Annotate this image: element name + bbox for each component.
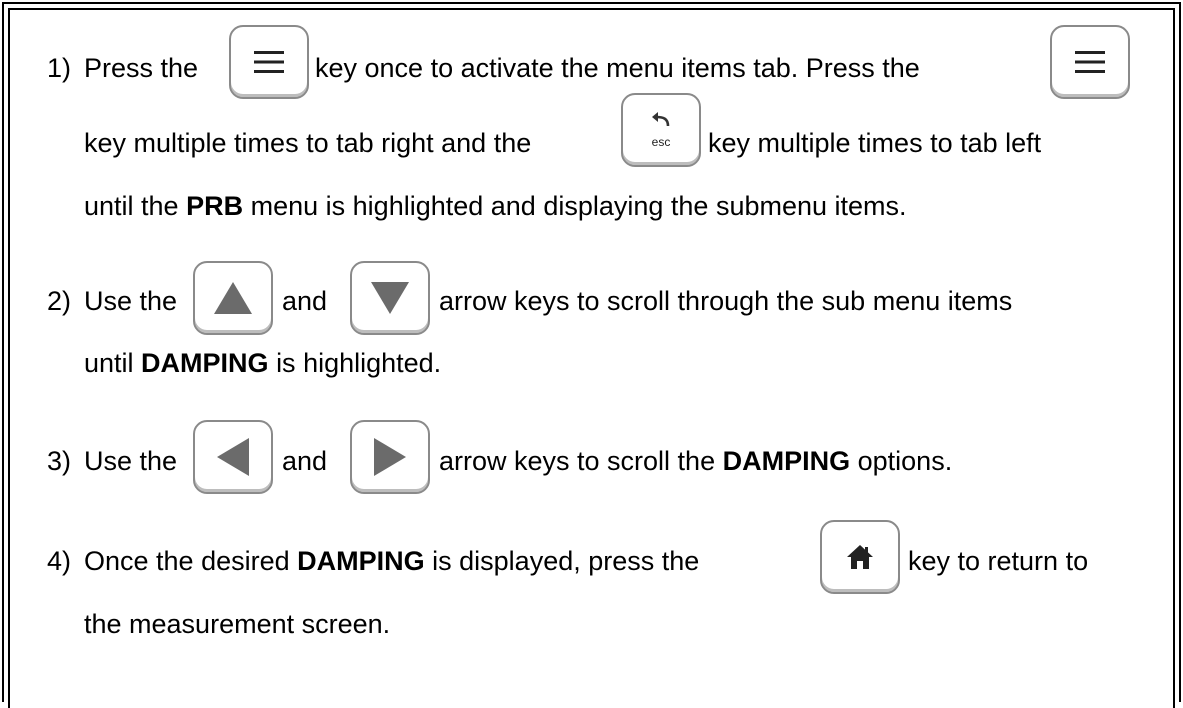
step-3-number: 3) — [47, 446, 72, 476]
left-arrow-key — [193, 420, 273, 494]
up-arrow-key — [193, 261, 273, 335]
down-arrow-icon — [371, 282, 409, 314]
esc-key: esc — [621, 93, 701, 167]
step-1-line2-a: key multiple times to tab right and the — [84, 128, 532, 158]
menu-key-2 — [1050, 25, 1130, 99]
step-4-number: 4) — [47, 546, 72, 576]
step-2-number: 2) — [47, 286, 72, 316]
step-1-text-b: key once to activate the menu items tab.… — [315, 53, 920, 83]
step-4-text-a: Once the desired DAMPING is displayed, p… — [84, 546, 700, 576]
step-4-text-c: key to return to — [908, 546, 1089, 576]
step-3-and: and — [282, 446, 328, 476]
esc-label: esc — [651, 135, 671, 149]
step-1-line2-b: key multiple times to tab left — [708, 128, 1042, 158]
step-2-and: and — [282, 286, 328, 316]
down-arrow-key — [350, 261, 430, 335]
home-key — [820, 520, 900, 594]
up-arrow-icon — [214, 282, 252, 314]
step-1-text-a: Press the — [84, 53, 199, 83]
step-2-text-b: arrow keys to scroll through the sub men… — [439, 286, 1013, 316]
home-icon — [847, 545, 873, 569]
right-arrow-icon — [374, 438, 406, 476]
left-arrow-icon — [217, 438, 249, 476]
menu-key-1 — [229, 25, 309, 99]
step-3-text-a: Use the — [84, 446, 178, 476]
back-arrow-icon — [652, 112, 670, 127]
step-1-line3: until the PRB menu is highlighted and di… — [84, 191, 907, 221]
menu-icon — [1075, 51, 1105, 73]
step-3-text-b: arrow keys to scroll the DAMPING options… — [439, 446, 953, 476]
step-1-number: 1) — [47, 53, 72, 83]
right-arrow-key — [350, 420, 430, 494]
step-2-line2: until DAMPING is highlighted. — [84, 348, 442, 378]
step-4-line2: the measurement screen. — [84, 609, 391, 639]
step-2-text-a: Use the — [84, 286, 178, 316]
menu-icon — [254, 51, 284, 73]
